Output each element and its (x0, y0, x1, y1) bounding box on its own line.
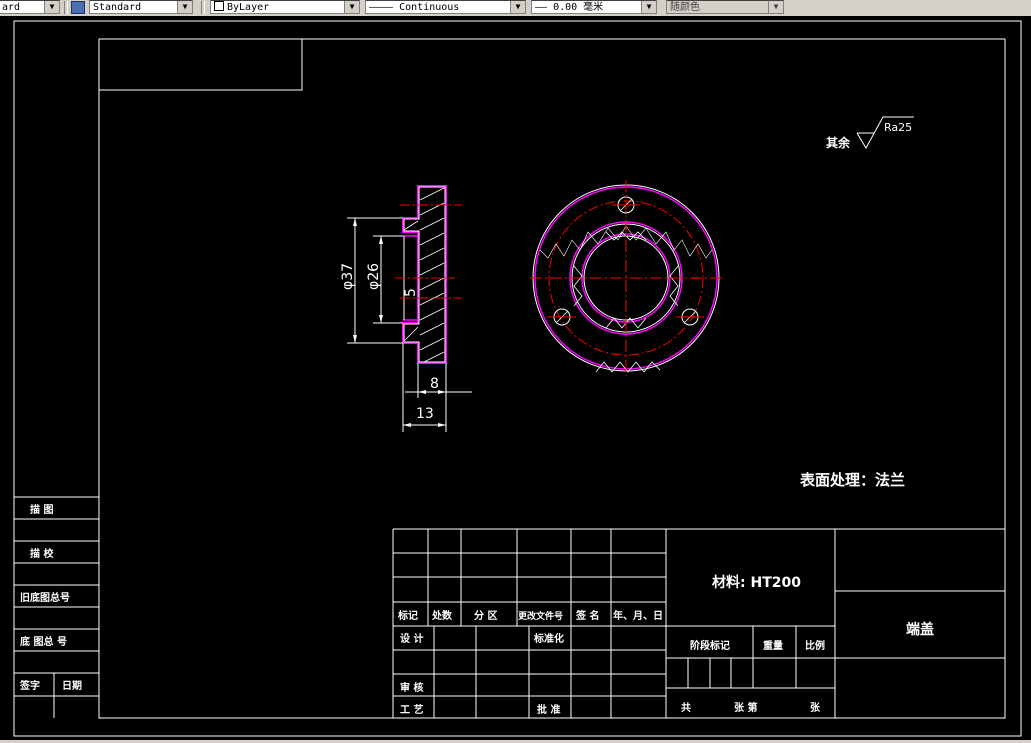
left-block-check-label: 描 校 (30, 547, 54, 560)
drawing-canvas[interactable]: 描 图 描 校 旧底图总号 底 图总 号 签字 日期 标记 处数 分 区 更改文… (0, 16, 1031, 740)
lineweight-combo[interactable]: —— 0.00 毫米 ▼ (531, 0, 657, 14)
design-label: 设 计 (400, 632, 423, 645)
dim-style-icon[interactable] (71, 1, 85, 14)
section-dimensions (347, 217, 472, 432)
toolbar-separator (64, 1, 68, 14)
rev-header-mark: 标记 (397, 609, 418, 622)
roughness-prefix: 其余 (826, 135, 851, 150)
properties-toolbar: ard ▼ Standard ▼ ByLayer ▼ ———— Continuo… (0, 0, 1031, 17)
lineweight-value: 0.00 毫米 (553, 2, 604, 13)
sheets-total-label: 共 (681, 701, 691, 714)
text-style-combo[interactable]: ard ▼ (0, 0, 60, 14)
roughness-value: Ra25 (884, 121, 912, 134)
sheets-end-label: 张 (810, 701, 821, 714)
left-block-old-drawing-label: 旧底图总号 (20, 591, 70, 604)
rev-header-count: 处数 (431, 609, 453, 622)
text-style-value: ard (2, 2, 21, 13)
standardize-label: 标准化 (533, 632, 564, 645)
chevron-down-icon[interactable]: ▼ (768, 1, 783, 13)
color-value: ByLayer (227, 2, 270, 13)
approve-label: 批 准 (537, 703, 560, 716)
left-block-trace-label: 描 图 (30, 503, 53, 516)
left-block-date-label: 日期 (62, 679, 82, 692)
material-label: 材料: HT200 (712, 574, 801, 591)
dim-d8: 8 (430, 376, 439, 392)
lineweight-sample: —— (535, 2, 548, 13)
linetype-value: Continuous (399, 2, 460, 13)
drawing-svg: 描 图 描 校 旧底图总号 底 图总 号 签字 日期 标记 处数 分 区 更改文… (13, 20, 1022, 737)
process-label: 工 艺 (400, 703, 423, 716)
left-block-base-drawing-label: 底 图总 号 (20, 635, 67, 648)
chevron-down-icon[interactable]: ▼ (510, 1, 525, 13)
color-combo[interactable]: ByLayer ▼ (210, 0, 360, 14)
color-swatch-icon (214, 1, 224, 11)
sheet-borders (13, 20, 1022, 737)
dim-d37: φ37 (340, 263, 356, 290)
front-view (530, 180, 722, 376)
dim-d5: 5 (403, 288, 419, 297)
stage-mark-label: 阶段标记 (690, 639, 730, 652)
linetype-combo[interactable]: ———— Continuous ▼ (365, 0, 526, 14)
chevron-down-icon[interactable]: ▼ (44, 1, 59, 13)
chevron-down-icon[interactable]: ▼ (177, 1, 192, 13)
toolbar-separator (201, 1, 205, 14)
chevron-down-icon[interactable]: ▼ (641, 1, 656, 13)
review-label: 审 核 (400, 681, 423, 694)
weight-label: 重量 (763, 639, 783, 652)
dim-style-value: Standard (93, 2, 142, 13)
rev-header-date: 年、月、日 (613, 609, 663, 622)
sheets-unit-label: 张 第 (734, 701, 757, 714)
plot-style-value: 随颜色 (670, 2, 700, 13)
linetype-sample: ———— (369, 2, 394, 13)
rev-header-doc: 更改文件号 (518, 610, 563, 622)
dim-style-combo[interactable]: Standard ▼ (89, 0, 193, 14)
section-view (395, 185, 462, 364)
chevron-down-icon[interactable]: ▼ (344, 1, 359, 13)
part-name-label: 端盖 (906, 621, 934, 638)
surface-note: 表面处理：法兰 (800, 471, 905, 489)
rev-header-zone: 分 区 (474, 609, 497, 622)
plot-style-combo[interactable]: 随颜色 ▼ (666, 0, 784, 14)
scale-label: 比例 (805, 639, 825, 652)
dim-d26: φ26 (366, 263, 382, 290)
dim-d13: 13 (416, 406, 434, 422)
left-block-sign-label: 签字 (19, 679, 40, 692)
rev-header-sign: 签 名 (575, 609, 599, 622)
